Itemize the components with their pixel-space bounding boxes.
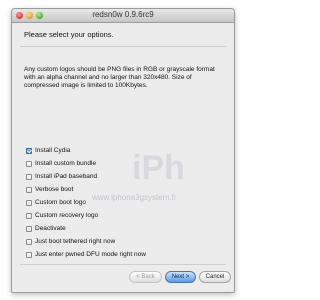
- cancel-button[interactable]: Cancel: [199, 271, 231, 283]
- option-label: Install custom bundle: [35, 160, 97, 167]
- option-custom-boot-logo[interactable]: Custom boot logo: [26, 196, 146, 209]
- back-button[interactable]: < Back: [129, 271, 162, 283]
- option-install-ipad-baseband[interactable]: Install iPad baseband: [26, 170, 146, 183]
- option-label: Install Cydia: [35, 147, 71, 154]
- checkbox[interactable]: [26, 147, 32, 154]
- bottom-divider: [20, 264, 226, 265]
- checkbox[interactable]: [26, 173, 32, 180]
- installer-window: redsn0w 0.9.6rc9 Please select your opti…: [11, 8, 235, 293]
- checkbox[interactable]: [26, 212, 32, 219]
- window-title: redsn0w 0.9.6rc9: [92, 10, 154, 19]
- option-label: Custom recovery logo: [35, 212, 99, 219]
- checkbox[interactable]: [26, 199, 32, 206]
- option-install-custom-bundle[interactable]: Install custom bundle: [26, 157, 146, 170]
- option-label: Custom boot logo: [35, 199, 86, 206]
- next-button[interactable]: Next >: [165, 271, 196, 283]
- option-label: Verbose boot: [35, 186, 74, 193]
- option-just-boot-tethered[interactable]: Just boot tethered right now: [26, 235, 146, 248]
- title-bar: redsn0w 0.9.6rc9: [12, 9, 234, 23]
- top-divider: [20, 46, 226, 47]
- checkbox[interactable]: [26, 238, 32, 245]
- option-custom-recovery-logo[interactable]: Custom recovery logo: [26, 209, 146, 222]
- option-deactivate[interactable]: Deactivate: [26, 222, 146, 235]
- option-install-cydia[interactable]: Install Cydia: [26, 144, 146, 157]
- checkbox[interactable]: [26, 186, 32, 193]
- logo-requirements-text: Any custom logos should be PNG files in …: [24, 66, 215, 89]
- option-verbose-boot[interactable]: Verbose boot: [26, 183, 146, 196]
- checkbox[interactable]: [26, 225, 32, 232]
- prompt-text: Please select your options.: [24, 30, 114, 39]
- options-list: Install Cydia Install custom bundle Inst…: [26, 144, 146, 261]
- checkbox[interactable]: [26, 251, 32, 258]
- option-enter-pwned-dfu[interactable]: Just enter pwned DFU mode right now: [26, 248, 146, 261]
- checkbox[interactable]: [26, 160, 32, 167]
- option-label: Just enter pwned DFU mode right now: [35, 251, 146, 258]
- option-label: Just boot tethered right now: [35, 238, 116, 245]
- option-label: Install iPad baseband: [35, 173, 98, 180]
- option-label: Deactivate: [35, 225, 66, 232]
